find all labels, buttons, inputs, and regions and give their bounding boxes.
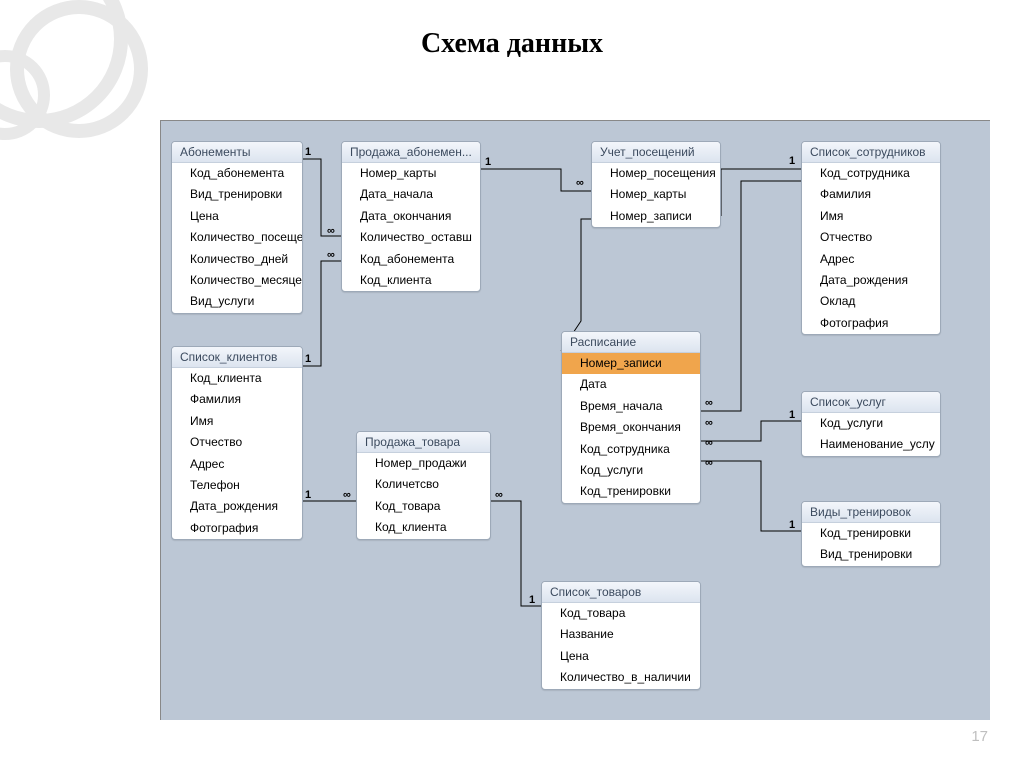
field[interactable]: Код_услуги [802, 413, 940, 434]
table-title: Продажа_абонемен... [342, 142, 480, 163]
field[interactable]: Время_начала [562, 396, 700, 417]
rel-one: 1 [789, 409, 795, 421]
field[interactable]: Дата_начала [342, 184, 480, 205]
field[interactable]: Оклад [802, 291, 940, 312]
field[interactable]: Количество_посеще [172, 227, 302, 248]
field[interactable]: Код_тренировки [802, 523, 940, 544]
field[interactable]: Дата_рождения [172, 496, 302, 517]
field[interactable]: Код_товара [542, 603, 700, 624]
field[interactable]: Имя [802, 206, 940, 227]
field[interactable]: Код_абонемента [172, 163, 302, 184]
rel-many: ∞ [343, 489, 351, 501]
field[interactable]: Вид_услуги [172, 291, 302, 312]
field[interactable]: Фотография [802, 313, 940, 334]
field[interactable]: Номер_карты [592, 184, 720, 205]
rel-many: ∞ [705, 397, 713, 409]
page-title: Схема данных [0, 28, 1024, 60]
field[interactable]: Номер_карты [342, 163, 480, 184]
rel-one: 1 [789, 519, 795, 531]
table-spisok-klientov[interactable]: Список_клиентов Код_клиента Фамилия Имя … [171, 346, 303, 540]
field[interactable]: Телефон [172, 475, 302, 496]
field[interactable]: Номер_записи [592, 206, 720, 227]
field[interactable]: Наименование_услу [802, 434, 940, 455]
table-title: Список_сотрудников [802, 142, 940, 163]
field[interactable]: Отчество [802, 227, 940, 248]
field-selected[interactable]: Номер_записи [562, 353, 700, 374]
rel-one: 1 [485, 156, 491, 168]
table-raspisanie[interactable]: Расписание Номер_записи Дата Время_начал… [561, 331, 701, 504]
field[interactable]: Количество_месяце [172, 270, 302, 291]
field[interactable]: Номер_посещения [592, 163, 720, 184]
field[interactable]: Фотография [172, 518, 302, 539]
table-title: Список_товаров [542, 582, 700, 603]
rel-one: 1 [305, 146, 311, 158]
schema-canvas: 1 ∞ 1 ∞ 1 1 ∞ 1 ∞ ∞ 1 ∞ ∞ ∞ ∞ 1 1 Абонем… [160, 120, 990, 720]
table-vidy-trenirovok[interactable]: Виды_тренировок Код_тренировки Вид_трени… [801, 501, 941, 567]
field[interactable]: Название [542, 624, 700, 645]
field[interactable]: Дата_окончания [342, 206, 480, 227]
field[interactable]: Фамилия [172, 389, 302, 410]
field[interactable]: Количетсво [357, 474, 490, 495]
field[interactable]: Вид_тренировки [802, 544, 940, 565]
table-spisok-uslug[interactable]: Список_услуг Код_услуги Наименование_усл… [801, 391, 941, 457]
field[interactable]: Фамилия [802, 184, 940, 205]
table-abonementy[interactable]: Абонементы Код_абонемента Вид_тренировки… [171, 141, 303, 314]
table-prodazha-tovara[interactable]: Продажа_товара Номер_продажи Количетсво … [356, 431, 491, 540]
field[interactable]: Количество_оставш [342, 227, 480, 248]
rel-many: ∞ [705, 457, 713, 469]
field[interactable]: Дата_рождения [802, 270, 940, 291]
rel-many: ∞ [705, 437, 713, 449]
field[interactable]: Код_тренировки [562, 481, 700, 502]
table-title: Расписание [562, 332, 700, 353]
field[interactable]: Код_товара [357, 496, 490, 517]
field[interactable]: Дата [562, 374, 700, 395]
rel-many: ∞ [576, 177, 584, 189]
field[interactable]: Количество_дней [172, 249, 302, 270]
field[interactable]: Код_абонемента [342, 249, 480, 270]
field[interactable]: Код_клиента [342, 270, 480, 291]
decorative-rings [0, 0, 140, 140]
field[interactable]: Номер_продажи [357, 453, 490, 474]
field[interactable]: Время_окончания [562, 417, 700, 438]
rel-many: ∞ [327, 225, 335, 237]
rel-many: ∞ [495, 489, 503, 501]
table-title: Учет_посещений [592, 142, 720, 163]
table-spisok-sotrudnikov[interactable]: Список_сотрудников Код_сотрудника Фамили… [801, 141, 941, 335]
table-spisok-tovarov[interactable]: Список_товаров Код_товара Название Цена … [541, 581, 701, 690]
table-title: Продажа_товара [357, 432, 490, 453]
field[interactable]: Код_сотрудника [802, 163, 940, 184]
field[interactable]: Адрес [802, 249, 940, 270]
table-title: Виды_тренировок [802, 502, 940, 523]
table-prodazha-abonementov[interactable]: Продажа_абонемен... Номер_карты Дата_нач… [341, 141, 481, 292]
rel-one: 1 [305, 489, 311, 501]
field[interactable]: Отчество [172, 432, 302, 453]
table-title: Абонементы [172, 142, 302, 163]
field[interactable]: Код_услуги [562, 460, 700, 481]
table-title: Список_услуг [802, 392, 940, 413]
rel-many: ∞ [705, 417, 713, 429]
field[interactable]: Код_клиента [357, 517, 490, 538]
field[interactable]: Код_сотрудника [562, 439, 700, 460]
rel-one: 1 [789, 155, 795, 167]
field[interactable]: Адрес [172, 454, 302, 475]
rel-one: 1 [305, 353, 311, 365]
field[interactable]: Код_клиента [172, 368, 302, 389]
table-title: Список_клиентов [172, 347, 302, 368]
page-number: 17 [971, 728, 988, 745]
rel-many: ∞ [327, 249, 335, 261]
field[interactable]: Вид_тренировки [172, 184, 302, 205]
field[interactable]: Имя [172, 411, 302, 432]
field[interactable]: Количество_в_наличии [542, 667, 700, 688]
rel-one: 1 [529, 594, 535, 606]
field[interactable]: Цена [172, 206, 302, 227]
table-uchet-poseshcheniy[interactable]: Учет_посещений Номер_посещения Номер_кар… [591, 141, 721, 228]
field[interactable]: Цена [542, 646, 700, 667]
